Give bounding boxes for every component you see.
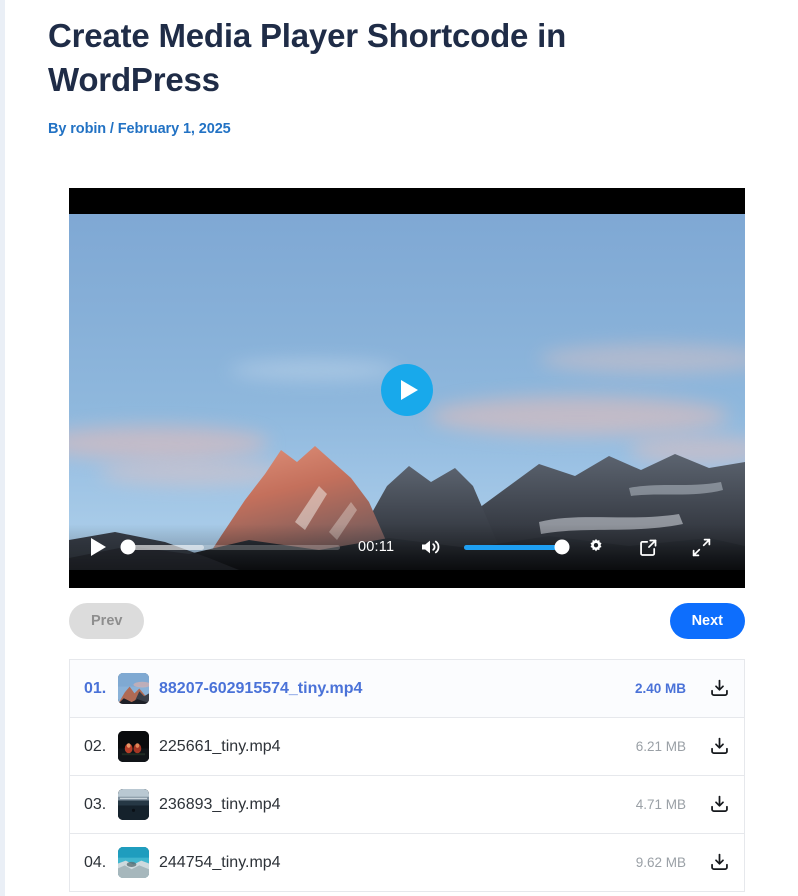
item-filesize: 9.62 MB (635, 855, 686, 870)
volume-slider[interactable] (464, 539, 570, 555)
item-index: 03. (84, 795, 107, 813)
item-index: 04. (84, 853, 107, 871)
page-title: Create Media Player Shortcode in WordPre… (48, 17, 567, 98)
mountain-sunset-thumbnail (118, 673, 149, 704)
list-item[interactable]: 03. 236893_tiny.mp4 4.71 MB (70, 776, 744, 834)
volume-high-icon[interactable] (418, 535, 442, 559)
letterbox-bottom-bar (69, 570, 745, 588)
article-page: Create Media Player Shortcode in WordPre… (5, 0, 798, 896)
list-item[interactable]: 02. 225661_tiny.mp4 6.21 MB (70, 718, 744, 776)
item-filesize: 4.71 MB (635, 797, 686, 812)
volume-handle[interactable] (554, 539, 570, 555)
progress-slider[interactable] (120, 539, 340, 555)
progress-handle[interactable] (120, 539, 136, 555)
video-player[interactable]: 00:11 (69, 188, 745, 588)
item-index: 01. (84, 679, 107, 697)
next-button[interactable]: Next (669, 603, 745, 639)
item-filename[interactable]: 244754_tiny.mp4 (159, 854, 636, 872)
video-control-bar: 00:11 (69, 524, 745, 570)
prev-button[interactable]: Prev (69, 603, 145, 639)
item-filename[interactable]: 236893_tiny.mp4 (159, 796, 636, 814)
play-icon (400, 380, 418, 400)
progress-buffered (128, 544, 205, 550)
picture-in-picture-icon[interactable] (638, 537, 659, 558)
dark-lake-thumbnail (118, 789, 149, 820)
download-icon[interactable] (708, 852, 730, 874)
gear-icon[interactable] (586, 537, 606, 557)
article-header: Create Media Player Shortcode in WordPre… (5, 0, 798, 137)
item-index: 02. (84, 737, 107, 755)
volume-fill (464, 544, 563, 550)
list-item[interactable]: 04. 244754_tiny.mp4 9.62 MB (70, 834, 744, 892)
turquoise-reef-thumbnail (118, 847, 149, 878)
download-icon[interactable] (708, 678, 730, 700)
letterbox-top-bar (69, 188, 745, 214)
item-filesize: 2.40 MB (634, 681, 686, 696)
item-filesize: 6.21 MB (635, 739, 686, 754)
download-icon[interactable] (708, 794, 730, 816)
fullscreen-icon[interactable] (691, 537, 712, 558)
playlist: 01. 88207-602915574_tiny.mp4 2.40 MB 02.… (69, 659, 745, 892)
download-icon[interactable] (708, 736, 730, 758)
play-icon (91, 538, 106, 556)
play-overlay-button[interactable] (381, 364, 433, 416)
list-item[interactable]: 01. 88207-602915574_tiny.mp4 2.40 MB (70, 660, 744, 718)
night-lights-thumbnail (118, 731, 149, 762)
item-filename[interactable]: 88207-602915574_tiny.mp4 (159, 680, 635, 698)
current-time-label: 00:11 (358, 539, 395, 555)
post-byline: By robin / February 1, 2025 (48, 121, 231, 137)
playlist-pagination: Prev Next (69, 602, 745, 640)
item-filename[interactable]: 225661_tiny.mp4 (159, 738, 636, 756)
cloud-wisp (539, 344, 745, 374)
play-button[interactable] (91, 538, 106, 556)
cloud-wisp (229, 360, 399, 380)
